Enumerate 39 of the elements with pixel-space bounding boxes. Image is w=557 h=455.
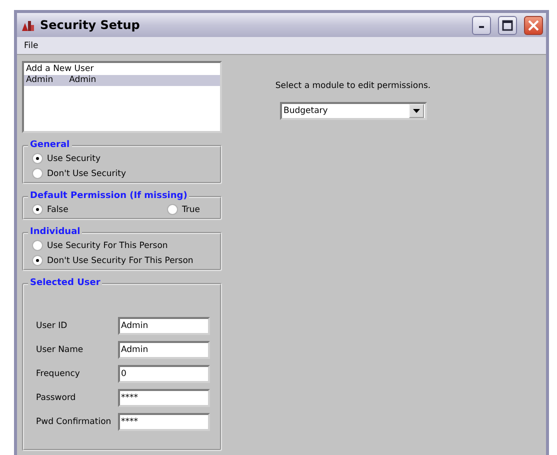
close-icon — [528, 20, 539, 30]
input-field[interactable]: Admin — [118, 341, 210, 359]
minimize-button[interactable] — [472, 16, 491, 34]
window-title: Security Setup — [40, 18, 141, 32]
radio-button[interactable] — [32, 255, 43, 266]
list-item[interactable]: Add a New User — [24, 64, 220, 75]
radio-button[interactable] — [32, 168, 43, 179]
input-field[interactable]: Admin — [118, 317, 210, 335]
field-label: Pwd Confirmation — [36, 417, 112, 427]
input-field[interactable]: **** — [118, 413, 210, 431]
close-button[interactable] — [524, 16, 543, 34]
module-prompt: Select a module to edit permissions. — [275, 81, 431, 91]
radio-label: Use Security For This Person — [47, 240, 168, 250]
maximize-button[interactable] — [498, 16, 517, 34]
radio-label: Use Security — [47, 154, 100, 164]
group-title: Default Permission (If missing) — [29, 190, 188, 203]
radio-label: Don't Use Security — [47, 168, 126, 178]
radio-button[interactable] — [32, 153, 43, 164]
field-label: Frequency — [36, 369, 81, 379]
radio-label: Don't Use Security For This Person — [47, 256, 194, 266]
group-title: Selected User — [29, 277, 102, 290]
radio-label: False — [47, 204, 68, 214]
radio-button[interactable] — [32, 240, 43, 251]
group-title: General — [29, 139, 71, 152]
input-field[interactable]: 0 — [118, 365, 210, 383]
field-label: User Name — [36, 345, 84, 355]
field-label: Password — [36, 393, 77, 403]
radio-button[interactable] — [32, 204, 43, 215]
radio-button[interactable] — [166, 204, 178, 215]
dropdown-arrow-icon — [412, 109, 420, 113]
maximize-icon — [502, 20, 513, 30]
group-title: Individual — [29, 226, 82, 239]
radio-label: True — [182, 204, 200, 214]
app-icon — [21, 18, 35, 32]
menu-item[interactable]: File — [21, 40, 42, 50]
field-label: User ID — [36, 321, 68, 331]
input-field[interactable]: **** — [118, 389, 210, 407]
list-item[interactable]: Admin Admin — [24, 75, 220, 86]
module-dropdown[interactable]: Budgetary — [280, 102, 426, 120]
